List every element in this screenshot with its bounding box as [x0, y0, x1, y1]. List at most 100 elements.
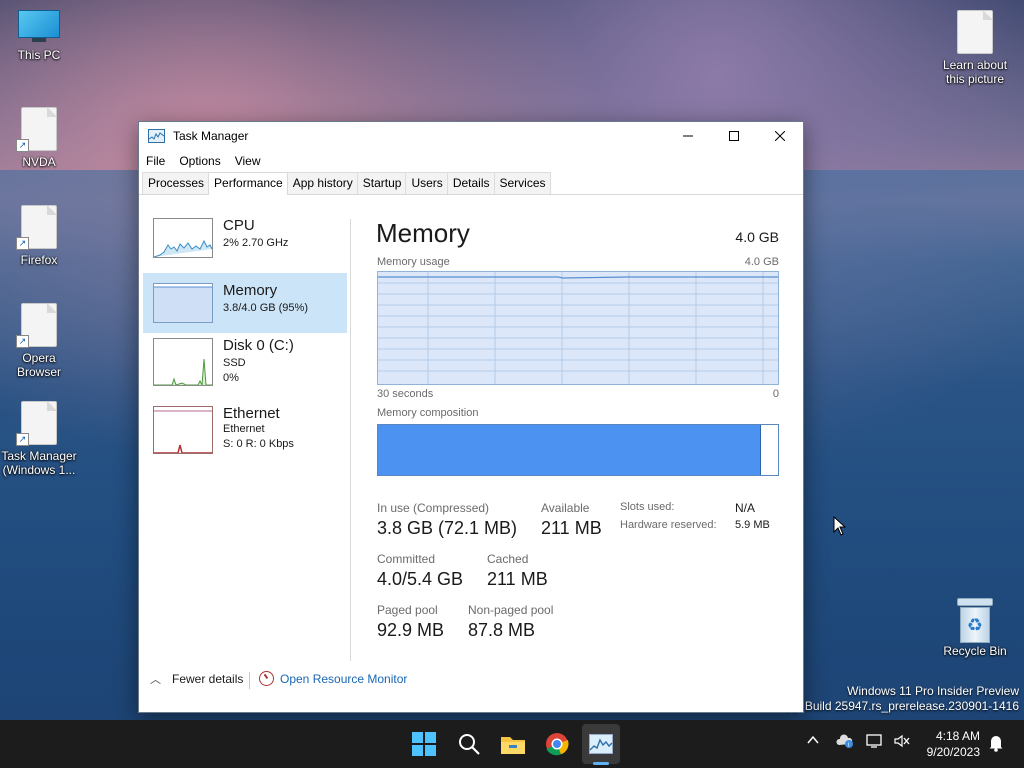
svg-text:i: i: [848, 743, 849, 749]
desktop-icon-opera[interactable]: ↗ Opera Browser: [1, 303, 77, 379]
fewer-details-label: Fewer details: [172, 672, 244, 686]
desktop-icon-label: Recycle Bin: [943, 644, 1007, 658]
desktop-icon-task-manager[interactable]: ↗ Task Manager (Windows 1...: [1, 401, 77, 477]
windows-logo-icon: [412, 732, 436, 756]
menu-options[interactable]: Options: [179, 154, 220, 168]
show-hidden-icons-button[interactable]: [806, 733, 820, 750]
tab-strip: Processes Performance App history Startu…: [139, 172, 803, 195]
file-explorer-button[interactable]: [499, 730, 527, 758]
memory-usage-label: Memory usage: [377, 256, 450, 268]
chrome-icon: [546, 733, 569, 756]
sidebar-cpu-detail: 2% 2.70 GHz: [223, 237, 289, 249]
memory-composition-label: Memory composition: [377, 407, 479, 419]
minimize-button[interactable]: [665, 122, 711, 150]
open-resource-monitor-link[interactable]: Open Resource Monitor: [259, 671, 407, 686]
start-button[interactable]: [410, 730, 438, 758]
title-bar[interactable]: Task Manager: [139, 122, 803, 150]
panel-title: Memory: [376, 218, 470, 248]
menu-view[interactable]: View: [235, 154, 261, 168]
search-icon: [459, 734, 480, 755]
task-manager-app-icon: [148, 129, 165, 143]
graph-time-end: 0: [772, 388, 779, 400]
memory-usage-graph: [377, 271, 779, 385]
window-footer: ︿ Fewer details Open Resource Monitor: [139, 664, 803, 712]
taskbar: i 4:18 AM 9/20/2023: [0, 720, 1024, 768]
network-tray-button[interactable]: [866, 733, 884, 752]
volume-tray-button[interactable]: [893, 733, 911, 752]
sidebar-cpu-name: CPU: [223, 217, 255, 234]
file-icon: ↗: [16, 401, 57, 446]
cpu-thumbnail-graph: [153, 218, 213, 258]
resource-monitor-icon: [259, 671, 274, 686]
memory-in-use-segment: [378, 425, 761, 475]
close-icon: [775, 131, 785, 141]
graph-time-start: 30 seconds: [377, 388, 434, 400]
desktop-icon-firefox[interactable]: ↗ Firefox: [1, 205, 77, 267]
os-watermark: Windows 11 Pro Insider Preview py. Build…: [786, 684, 1019, 714]
window-title: Task Manager: [173, 129, 249, 143]
maximize-button[interactable]: [711, 122, 757, 150]
sidebar-item-cpu[interactable]: CPU 2% 2.70 GHz: [143, 217, 347, 278]
desktop-icon-recycle-bin[interactable]: ♻ Recycle Bin: [937, 598, 1013, 658]
cached-value: 211 MB: [487, 569, 548, 589]
menu-bar: File Options View: [139, 150, 803, 172]
tab-performance[interactable]: Performance: [208, 172, 288, 195]
desktop-icon-label: NVDA: [22, 155, 56, 169]
shortcut-arrow-icon: ↗: [16, 335, 29, 348]
menu-file[interactable]: File: [146, 154, 165, 168]
sidebar-ethernet-adapter: Ethernet: [223, 423, 265, 435]
onedrive-tray-button[interactable]: i: [836, 733, 854, 752]
tab-services[interactable]: Services: [493, 172, 551, 194]
bell-icon: [989, 736, 1003, 752]
system-clock[interactable]: 4:18 AM 9/20/2023: [927, 728, 980, 760]
desktop-icon-nvda[interactable]: ↗ NVDA: [1, 107, 77, 169]
notifications-button[interactable]: [988, 734, 1004, 755]
committed-label: Committed: [377, 552, 436, 566]
disk-thumbnail-graph: [153, 338, 213, 386]
footer-separator: [249, 672, 250, 689]
close-button[interactable]: [757, 122, 803, 150]
memory-total: 4.0 GB: [735, 229, 779, 245]
folder-icon: [501, 737, 525, 754]
memory-usage-max: 4.0 GB: [744, 256, 779, 268]
recycle-bin-icon: ♻: [957, 598, 993, 643]
desktop-icon-label: Learn about this picture: [942, 58, 1008, 86]
memory-composition-bar: [377, 424, 779, 476]
tab-app-history[interactable]: App history: [286, 172, 358, 194]
memory-thumbnail-graph: [153, 283, 213, 323]
available-label: Available: [541, 501, 590, 515]
desktop-icon-learn-picture[interactable]: Learn about this picture: [937, 10, 1013, 86]
task-manager-window: Task Manager File Options View Processes…: [138, 121, 804, 713]
sidebar-ethernet-throughput: S: 0 R: 0 Kbps: [223, 438, 294, 450]
cached-label: Cached: [487, 552, 529, 566]
desktop-icon-label: Firefox: [20, 253, 58, 267]
taskbar-active-indicator: [593, 762, 609, 765]
file-icon: ↗: [16, 107, 57, 152]
network-icon: [866, 734, 882, 748]
sidebar-disk-name: Disk 0 (C:): [223, 337, 294, 354]
chrome-button[interactable]: [543, 730, 571, 758]
paged-pool-value: 92.9 MB: [377, 620, 445, 640]
sidebar-item-memory[interactable]: Memory 3.8/4.0 GB (95%): [143, 273, 347, 333]
search-button[interactable]: [455, 730, 483, 758]
hardware-reserved-label: Hardware reserved:: [620, 519, 717, 531]
sidebar-ethernet-name: Ethernet: [223, 405, 280, 422]
file-icon: [957, 10, 993, 54]
tab-startup[interactable]: Startup: [356, 172, 407, 194]
clock-date: 9/20/2023: [926, 745, 980, 759]
desktop-icon-this-pc[interactable]: This PC: [1, 10, 77, 62]
sidebar-divider: [350, 219, 351, 661]
sidebar-item-disk[interactable]: Disk 0 (C:) SSD 0%: [143, 337, 347, 400]
chevron-up-icon: [807, 735, 819, 744]
sidebar-item-ethernet[interactable]: Ethernet Ethernet S: 0 R: 0 Kbps: [143, 405, 347, 472]
tab-users[interactable]: Users: [405, 172, 448, 194]
file-icon: ↗: [16, 303, 57, 348]
cloud-info-icon: i: [836, 734, 853, 749]
sidebar-memory-name: Memory: [223, 282, 278, 299]
task-manager-taskbar-button[interactable]: [587, 730, 615, 758]
tab-details[interactable]: Details: [446, 172, 495, 194]
resource-monitor-label: Open Resource Monitor: [280, 671, 408, 686]
tab-processes[interactable]: Processes: [142, 172, 210, 194]
fewer-details-button[interactable]: ︿ Fewer details: [150, 671, 243, 687]
file-icon: ↗: [16, 205, 57, 250]
